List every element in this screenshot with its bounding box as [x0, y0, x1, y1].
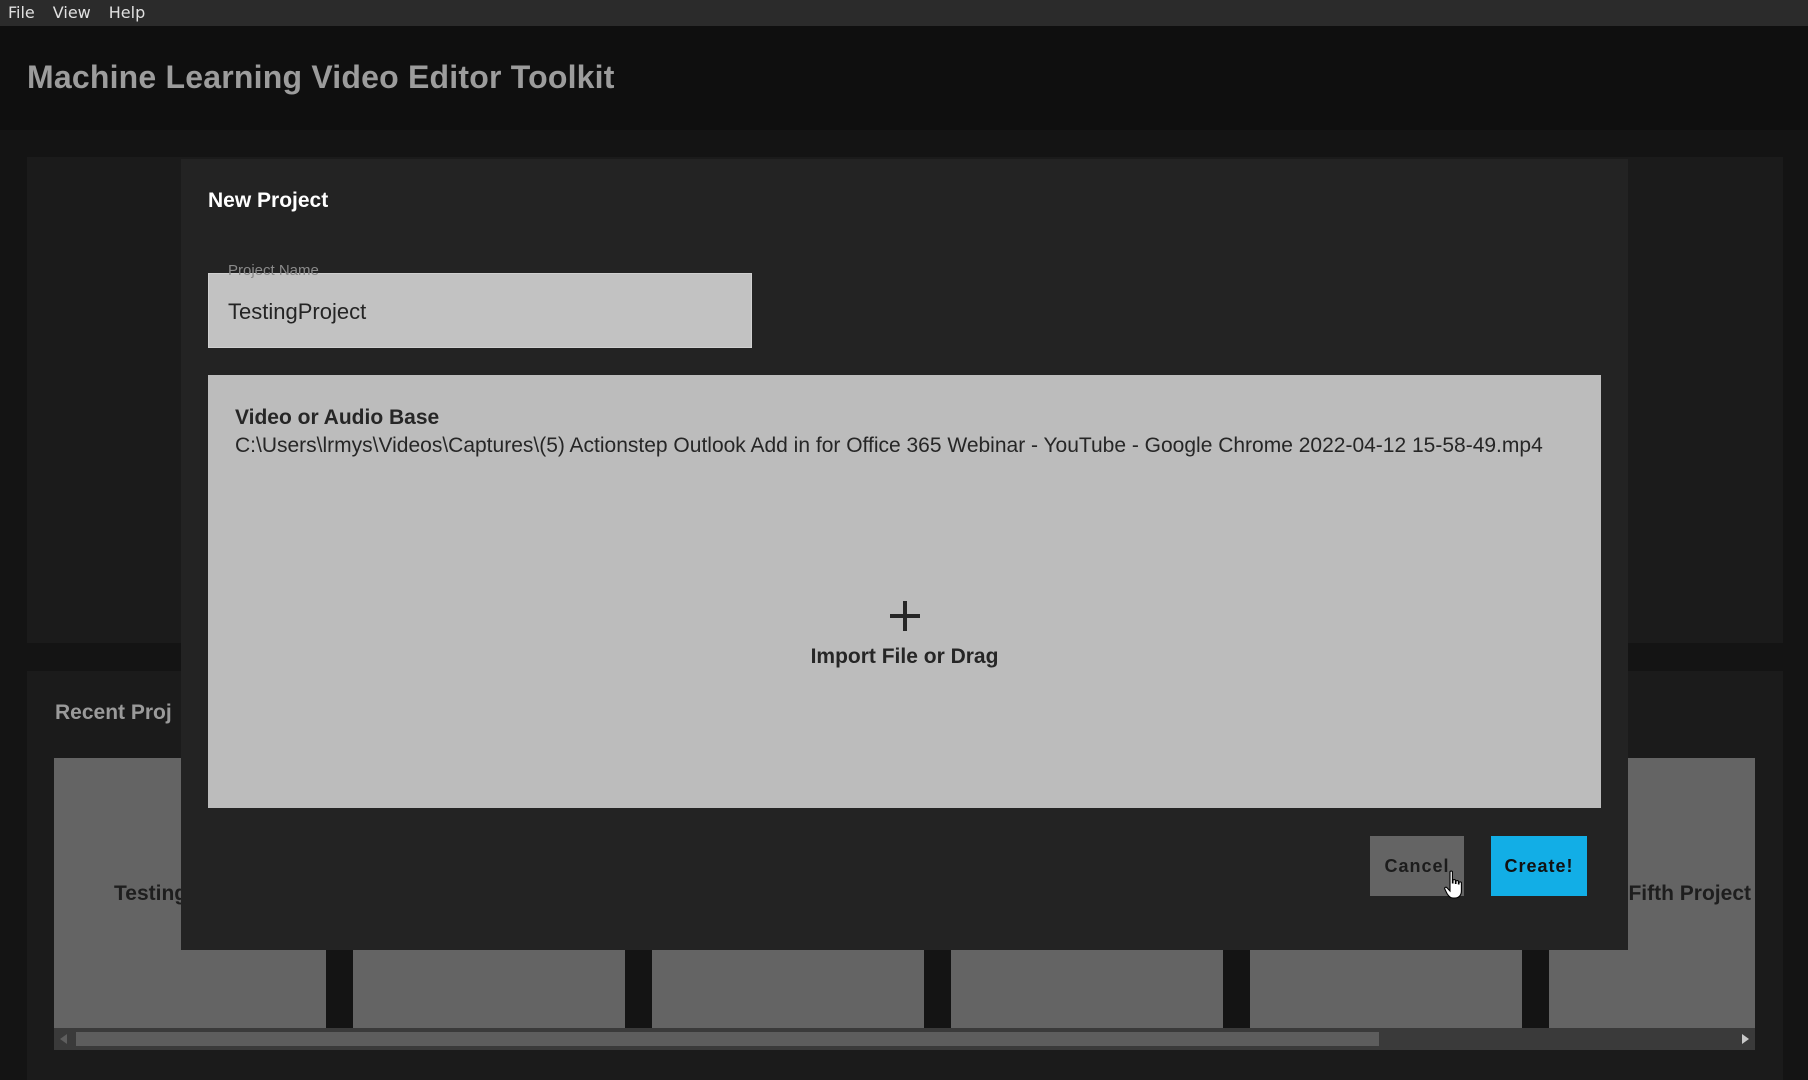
recent-projects-title: Recent Proj [55, 701, 172, 724]
hand-pointer-icon [1444, 870, 1462, 899]
menu-file[interactable]: File [0, 0, 44, 26]
app-title: Machine Learning Video Editor Toolkit [27, 59, 615, 95]
new-project-dialog: New Project Project Name TestingProject … [181, 159, 1628, 950]
menu-bar: File View Help [0, 0, 1808, 26]
selected-file-path: C:\Users\lrmys\Videos\Captures\(5) Actio… [235, 434, 1543, 457]
project-name-input[interactable]: TestingProject [228, 299, 366, 325]
scrollbar-thumb[interactable] [76, 1032, 1379, 1046]
menu-view[interactable]: View [44, 0, 100, 26]
file-dropzone[interactable]: Video or Audio Base C:\Users\lrmys\Video… [208, 375, 1601, 808]
dropzone-heading: Video or Audio Base [235, 406, 440, 429]
create-button[interactable]: Create! [1491, 836, 1587, 896]
plus-icon [890, 601, 920, 631]
menu-help[interactable]: Help [100, 0, 154, 26]
project-name-label: Project Name [228, 262, 319, 279]
recent-projects-scrollbar[interactable] [54, 1028, 1755, 1050]
scroll-right-icon[interactable] [1742, 1034, 1749, 1044]
import-label: Import File or Drag [810, 645, 999, 668]
app-header: Machine Learning Video Editor Toolkit [0, 26, 1808, 130]
project-card-label: Testing [114, 882, 188, 905]
scroll-left-icon[interactable] [60, 1034, 67, 1044]
dialog-title: New Project [208, 189, 329, 212]
project-name-field[interactable]: Project Name TestingProject [208, 262, 752, 348]
